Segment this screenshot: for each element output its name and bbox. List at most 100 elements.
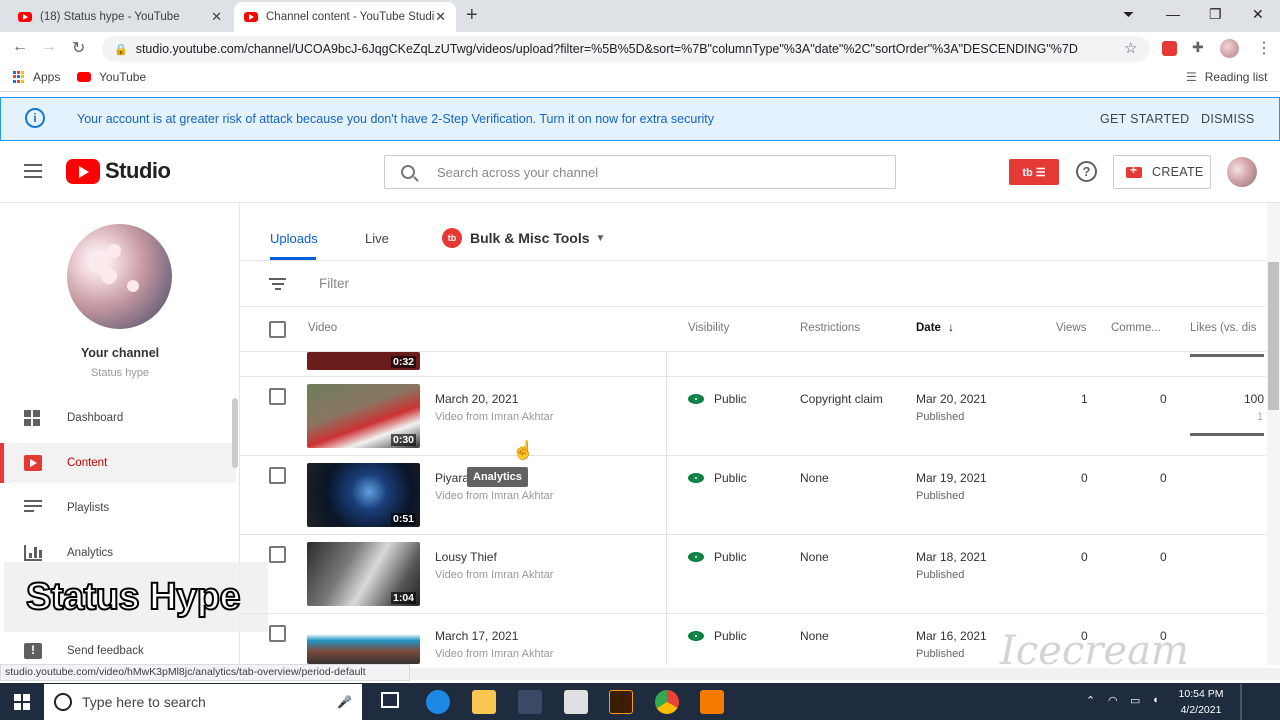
task-view-icon[interactable] (381, 692, 399, 708)
close-tab-icon[interactable]: ✕ (435, 9, 446, 25)
feedback-icon (24, 643, 42, 659)
status-cell: Published (916, 411, 965, 423)
row-checkbox[interactable] (269, 546, 286, 563)
icecream-recorder-icon[interactable] (700, 690, 724, 714)
profile-avatar[interactable] (1220, 39, 1239, 58)
tubebuddy-menu-button[interactable]: tb ☰ (1009, 159, 1059, 185)
visibility-cell[interactable]: Public (688, 471, 747, 485)
comments-cell: 0 (1160, 550, 1167, 564)
likes-sub-cell: 1 (1257, 411, 1264, 423)
video-thumbnail[interactable] (307, 621, 420, 664)
close-window-icon[interactable]: ✕ (1252, 6, 1264, 23)
row-checkbox[interactable] (269, 467, 286, 484)
file-explorer-icon[interactable] (472, 690, 496, 714)
video-thumbnail[interactable]: 0:51 (307, 463, 420, 527)
search-input[interactable]: Search across your channel (384, 155, 896, 189)
video-title[interactable]: March 17, 2021 (435, 629, 518, 643)
new-tab-plus-icon[interactable]: + (466, 4, 478, 27)
sidebar-item-dashboard[interactable]: Dashboard (0, 398, 236, 438)
extension-tubebuddy-icon[interactable] (1162, 41, 1177, 56)
maximize-icon[interactable]: ❐ (1209, 6, 1222, 23)
mail-icon[interactable] (564, 690, 588, 714)
dismiss-button[interactable]: DISMISS (1201, 112, 1255, 126)
filter-input[interactable]: Filter (319, 276, 349, 291)
forward-arrow-icon[interactable]: → (41, 38, 57, 56)
video-title[interactable]: Piyara (435, 471, 469, 485)
video-title[interactable]: Lousy Thief (435, 550, 497, 564)
content-tabs-row (240, 203, 1266, 261)
visibility-cell[interactable]: Public (688, 550, 747, 564)
help-icon[interactable]: ? (1076, 161, 1097, 182)
bookmark-star-icon[interactable]: ☆ (1124, 39, 1137, 57)
visibility-cell[interactable]: Public (688, 392, 747, 406)
battery-icon[interactable]: ▭ (1130, 694, 1140, 707)
account-avatar[interactable] (1227, 157, 1257, 187)
chevron-down-icon: ▼ (595, 232, 606, 244)
taskbar-search-input[interactable]: Type here to search 🎤 (44, 684, 362, 720)
eye-icon (688, 394, 704, 404)
bookmark-apps[interactable]: Apps (13, 70, 60, 84)
row-checkbox[interactable] (269, 625, 286, 642)
tray-chevron-icon[interactable]: ⌃ (1086, 694, 1095, 707)
tab-uploads[interactable]: Uploads (270, 231, 318, 246)
views-cell: 1 (1081, 392, 1088, 406)
sidebar-item-playlists[interactable]: Playlists (0, 488, 236, 528)
edge-icon[interactable] (426, 690, 450, 714)
video-duration: 0:32 (390, 356, 416, 368)
video-thumbnail[interactable]: 1:04 (307, 542, 420, 606)
chrome-icon[interactable] (655, 690, 679, 714)
create-button[interactable]: CREATE (1113, 155, 1211, 189)
tab-search-icon[interactable]: ⏷ (1123, 6, 1134, 23)
restriction-cell[interactable]: Copyright claim (800, 392, 883, 406)
wifi-icon[interactable]: ◠ (1108, 694, 1118, 707)
tab-live[interactable]: Live (365, 231, 389, 246)
illustrator-icon[interactable] (609, 690, 633, 714)
youtube-favicon-icon (18, 12, 32, 22)
browser-tab-youtube[interactable]: (18) Status hype - YouTube ✕ (8, 2, 232, 32)
video-thumbnail[interactable]: 0:30 (307, 384, 420, 448)
extensions-puzzle-icon[interactable]: ✚ (1192, 39, 1204, 56)
search-icon (401, 165, 415, 179)
menu-hamburger-icon[interactable] (24, 164, 42, 182)
page-scrollbar-thumb[interactable] (1268, 262, 1279, 410)
active-tab-underline (270, 257, 316, 260)
store-icon[interactable] (518, 690, 542, 714)
show-desktop-strip[interactable] (1240, 684, 1242, 720)
youtube-icon (77, 72, 91, 82)
select-all-checkbox[interactable] (269, 321, 286, 338)
column-header-date[interactable]: Date ↓ (916, 322, 954, 334)
windows-start-icon[interactable] (14, 694, 30, 710)
clock-date: 4/2/2021 (1180, 704, 1222, 716)
studio-logo[interactable]: Studio (66, 158, 171, 184)
date-cell: Mar 20, 2021 (916, 392, 987, 406)
get-started-button[interactable]: GET STARTED (1100, 112, 1189, 126)
row-checkbox[interactable] (269, 388, 286, 405)
filter-icon[interactable] (269, 278, 286, 293)
minimize-icon[interactable]: — (1166, 6, 1180, 22)
sidebar-item-label: Dashboard (67, 412, 124, 424)
video-thumbnail[interactable]: 0:32 (307, 352, 420, 370)
tab-bulk-misc-tools[interactable]: tb Bulk & Misc Tools ▼ (442, 228, 605, 248)
bookmark-youtube[interactable]: YouTube (77, 70, 146, 84)
video-description: Video from Imran Akhtar (435, 411, 554, 423)
browser-menu-icon[interactable]: ⋮ (1256, 38, 1272, 58)
video-title[interactable]: March 20, 2021 (435, 392, 518, 406)
taskbar-clock[interactable]: 10:54 PM 4/2/2021 (1176, 686, 1226, 718)
date-cell: Mar 19, 2021 (916, 471, 987, 485)
browser-tab-studio[interactable]: Channel content - YouTube Studio ✕ (234, 2, 456, 32)
reload-icon[interactable]: ↻ (72, 38, 85, 58)
eye-icon (688, 631, 704, 641)
address-bar[interactable]: 🔒 studio.youtube.com/channel/UCOA9bcJ-6J… (102, 36, 1150, 62)
likes-ratio-bar (1190, 354, 1264, 357)
youtube-play-icon (66, 158, 100, 184)
sidebar-scrollbar[interactable] (232, 398, 238, 468)
visibility-cell[interactable]: Public (688, 629, 747, 643)
close-tab-icon[interactable]: ✕ (211, 9, 222, 25)
back-arrow-icon[interactable]: ← (12, 38, 28, 56)
microphone-icon[interactable]: 🎤 (337, 695, 352, 709)
column-header-comments: Comme... (1111, 322, 1161, 334)
reading-list[interactable]: ☰ Reading list (1186, 70, 1267, 84)
channel-avatar[interactable] (67, 224, 172, 329)
sidebar-item-content[interactable]: Content (0, 443, 236, 483)
volume-icon[interactable]: ◖ (1152, 694, 1159, 706)
